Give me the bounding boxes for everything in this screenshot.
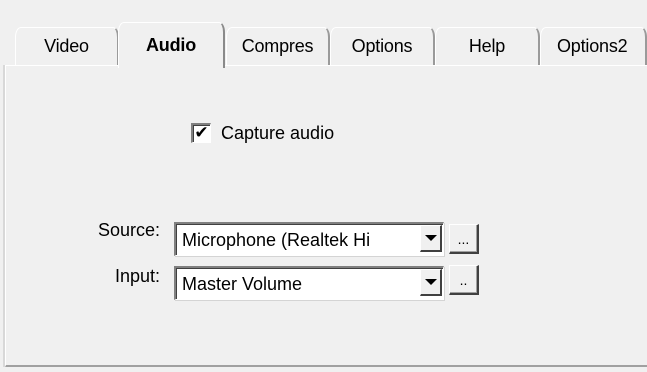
tab-help[interactable]: Help bbox=[435, 27, 540, 65]
tab-video-label: Video bbox=[44, 36, 89, 56]
tab-compres-label: Compres bbox=[241, 36, 314, 56]
source-label: Source: bbox=[97, 220, 160, 240]
source-dropdown[interactable]: Microphone (Realtek Hi bbox=[174, 222, 444, 256]
source-dropdown-value: Microphone (Realtek Hi bbox=[182, 230, 371, 250]
tab-options2-label: Options2 bbox=[557, 36, 628, 56]
input-dropdown-value: Master Volume bbox=[182, 274, 303, 294]
source-dropdown-button[interactable] bbox=[420, 225, 442, 252]
audio-tab-panel bbox=[5, 65, 647, 367]
input-browse-button[interactable]: .. bbox=[449, 265, 479, 295]
input-dropdown[interactable]: Master Volume bbox=[174, 266, 444, 300]
tab-audio-label: Audio bbox=[146, 35, 196, 55]
tab-strip: Video Audio Compres Options Help Options… bbox=[0, 0, 647, 68]
chevron-down-icon bbox=[424, 279, 437, 285]
tab-options[interactable]: Options bbox=[330, 27, 435, 65]
checkmark-icon: ✔ bbox=[194, 123, 209, 143]
tab-options-label: Options bbox=[351, 36, 413, 56]
source-browse-button[interactable]: ... bbox=[449, 224, 479, 254]
tab-video[interactable]: Video bbox=[15, 27, 119, 65]
capture-audio-row: ✔ Capture audio bbox=[191, 121, 334, 145]
chevron-down-icon bbox=[424, 235, 437, 241]
tab-help-label: Help bbox=[468, 36, 506, 56]
capture-audio-label[interactable]: Capture audio bbox=[221, 123, 334, 144]
input-label: Input: bbox=[114, 266, 160, 286]
tab-compres[interactable]: Compres bbox=[226, 27, 330, 65]
tab-options2[interactable]: Options2 bbox=[540, 27, 647, 65]
input-dropdown-button[interactable] bbox=[420, 269, 442, 296]
capture-audio-checkbox[interactable]: ✔ bbox=[191, 123, 211, 143]
tab-audio[interactable]: Audio bbox=[118, 22, 225, 68]
